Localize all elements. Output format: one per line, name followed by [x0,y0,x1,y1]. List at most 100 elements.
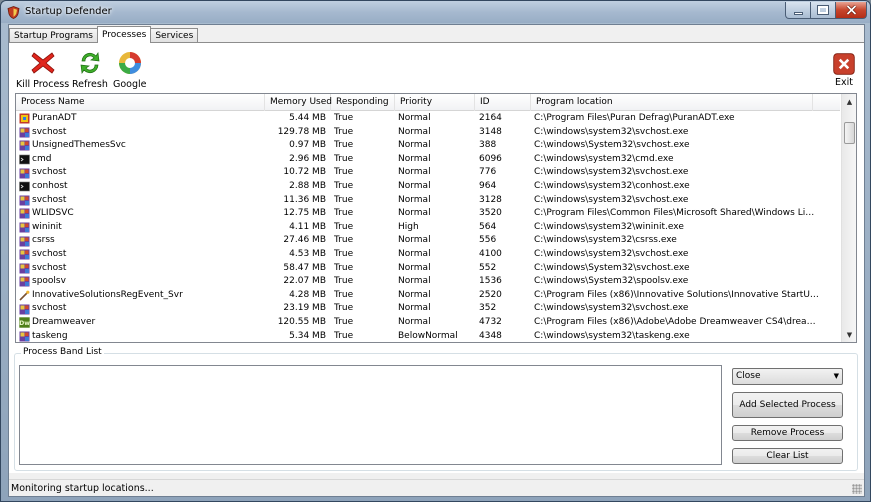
table-row[interactable]: svchost 58.47 MB True Normal 552 C:\windows\S… [16,262,840,276]
table-row[interactable]: UnsignedThemesSvc 0.97 MB True Normal 388 C:\… [16,139,840,153]
process-name-cell: svchost [19,166,264,180]
responding-cell: True [334,316,354,327]
memory-used-cell: 4.53 MB [289,248,326,259]
process-name-cell: PuranADT [19,112,264,126]
table-row[interactable]: csrss 27.46 MB True Normal 556 C:\windows\sys… [16,234,840,248]
header-priority[interactable]: Priority [395,94,475,111]
close-button[interactable] [836,2,867,19]
process-icon [19,168,32,179]
priority-cell: Normal [398,113,431,123]
memory-used-cell: 22.07 MB [283,276,326,287]
header-program-location[interactable]: Program location [531,94,813,111]
memory-used-cell: 5.34 MB [289,330,326,341]
table-row[interactable]: svchost 10.72 MB True Normal 776 C:\windows\s… [16,166,840,180]
google-button[interactable]: Google [113,49,147,90]
responding-cell: True [334,330,354,341]
priority-cell: Normal [398,289,431,300]
process-name: svchost [32,303,67,314]
table-row[interactable]: svchost 129.78 MB True Normal 3148 C:\windows… [16,126,840,140]
remove-process-button[interactable]: Remove Process [732,425,843,441]
process-band-list[interactable] [19,365,722,465]
memory-used-cell: 2.96 MB [289,153,326,164]
priority-cell: Normal [398,276,431,287]
responding-cell: True [334,235,354,246]
header-responding[interactable]: Responding [331,94,395,111]
table-row[interactable]: wininit 4.11 MB True High 564 C:\windows\syst… [16,221,840,235]
google-icon [118,52,141,74]
minimize-button[interactable] [785,2,811,19]
process-name: cmd [32,153,52,164]
program-location-cell: C:\windows\system32\svchost.exe [534,303,689,314]
table-row[interactable]: taskeng 5.34 MB True BelowNormal 4348 C:\wind… [16,330,840,343]
process-name: taskeng [32,330,68,341]
table-row[interactable]: svchost 23.19 MB True Normal 352 C:\windows\s… [16,302,840,316]
resize-grip-icon[interactable] [852,484,862,494]
tab-processes[interactable]: Processes [96,26,152,43]
process-name: WLIDSVC [32,208,74,219]
table-row[interactable]: spoolsv 22.07 MB True Normal 1536 C:\windows\… [16,275,840,289]
header-memory-used[interactable]: Memory Used [265,94,332,111]
header-process-name[interactable]: Process Name [16,94,265,111]
process-name: PuranADT [32,113,77,123]
process-icon [19,331,32,342]
responding-cell: True [334,248,354,259]
exit-button[interactable]: Exit [832,49,856,88]
app-window: Startup Defender Startup Programs Proces… [0,0,871,502]
table-row[interactable]: Dw Dreamweaver 120.55 MB True Normal 4732 C:\P… [16,316,840,330]
table-row[interactable]: svchost 4.53 MB True Normal 4100 C:\windows\s… [16,248,840,262]
scroll-thumb[interactable] [844,122,855,144]
memory-used-cell: 5.44 MB [289,113,326,123]
svg-text:Dw: Dw [19,320,30,327]
responding-cell: True [334,180,354,191]
process-table[interactable]: Process Name Memory Used Responding Prio… [15,93,857,343]
program-location-cell: C:\windows\system32\conhost.exe [534,180,690,191]
tab-services[interactable]: Services [150,28,199,43]
header-id[interactable]: ID [475,94,531,111]
add-selected-process-button[interactable]: Add Selected Process [732,392,843,418]
process-name-cell: taskeng [19,330,264,343]
responding-cell: True [334,262,354,273]
id-cell: 776 [479,167,497,178]
program-location-cell: C:\windows\system32\svchost.exe [534,194,689,205]
table-row[interactable]: svchost 11.36 MB True Normal 3128 C:\windows\… [16,194,840,208]
process-name-cell: cmd [19,153,264,167]
table-row[interactable]: cmd 2.96 MB True Normal 6096 C:\windows\syste… [16,153,840,167]
action-combo[interactable]: Close ▼ [732,368,843,385]
dreamweaver-icon: Dw [19,317,32,328]
priority-cell: Normal [398,316,431,327]
maximize-icon [817,5,829,15]
priority-cell: Normal [398,248,431,259]
status-text: Monitoring startup locations... [11,483,154,494]
kill-process-button[interactable]: Kill Process [16,49,69,90]
responding-cell: True [334,126,354,137]
tab-startup-programs[interactable]: Startup Programs [9,28,98,43]
console-icon [19,154,32,165]
refresh-button[interactable]: Refresh [72,49,108,90]
process-name-cell: wininit [19,221,264,235]
title-bar[interactable]: Startup Defender [1,1,870,23]
program-location-cell: C:\windows\system32\cmd.exe [534,153,674,164]
refresh-label: Refresh [72,79,108,90]
clear-list-button[interactable]: Clear List [732,448,843,464]
table-row[interactable]: conhost 2.88 MB True Normal 964 C:\windows\sy… [16,180,840,194]
vertical-scrollbar[interactable]: ▲ ▼ [841,94,856,342]
memory-used-cell: 23.19 MB [283,303,326,314]
scroll-up-icon[interactable]: ▲ [842,94,856,109]
maximize-button[interactable] [811,2,836,19]
priority-cell: High [398,221,419,232]
program-location-cell: C:\Program Files\Puran Defrag\PuranADT.e… [534,113,735,123]
memory-used-cell: 120.55 MB [277,316,326,327]
table-header: Process Name Memory Used Responding Prio… [16,94,840,111]
table-row[interactable]: WLIDSVC 12.75 MB True Normal 3520 C:\Program … [16,207,840,221]
id-cell: 3520 [479,208,502,219]
process-name-cell: csrss [19,234,264,248]
scroll-down-icon[interactable]: ▼ [842,327,856,342]
tab-strip: Startup Programs Processes Services [9,26,199,43]
table-row[interactable]: PuranADT 5.44 MB True Normal 2164 C:\Program … [16,112,840,126]
table-row[interactable]: InnovativeSolutionsRegEvent_Svr 4.28 MB Tr… [16,289,840,303]
id-cell: 352 [479,303,497,314]
process-icon [19,127,32,138]
program-location-cell: C:\windows\System32\spoolsv.exe [534,276,689,287]
program-location-cell: C:\windows\system32\svchost.exe [534,126,689,137]
responding-cell: True [334,276,354,287]
